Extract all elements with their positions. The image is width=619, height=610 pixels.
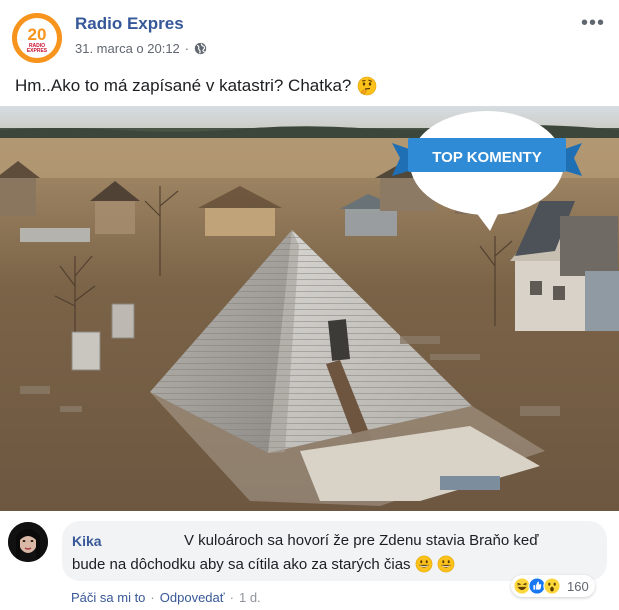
- logo-number: 20: [28, 25, 47, 44]
- post-meta: 31. marca o 20:12 ·: [75, 41, 207, 56]
- radio-expres-logo-icon: 20 RADIO EXPRES: [12, 13, 62, 63]
- badge-text: TOP KOMENTY: [432, 149, 541, 166]
- reply-comment-link[interactable]: Odpovedať: [160, 590, 225, 605]
- grinning-face-icon: [415, 555, 432, 573]
- comment-text-line2-row: bude na dôchodku aby sa cítila ako za st…: [72, 555, 455, 573]
- reaction-summary[interactable]: 160: [511, 575, 595, 597]
- post-text-row: Hm..Ako to má zapísané v katastri? Chatk…: [15, 76, 377, 96]
- post-date[interactable]: 31. marca o 20:12: [75, 41, 180, 56]
- commenter-avatar-icon: [8, 522, 48, 562]
- globe-icon: [194, 42, 207, 55]
- comment-text-line1: V kuloároch sa hovorí že pre Zdenu stavi…: [184, 532, 539, 549]
- avatar[interactable]: [8, 522, 48, 562]
- wow-reaction-icon: [543, 577, 561, 595]
- commenter-name[interactable]: Kika: [72, 533, 102, 549]
- page-name-link[interactable]: Radio Expres: [75, 14, 184, 34]
- comment-text-line2: bude na dôchodku aby sa cítila ako za st…: [72, 555, 411, 573]
- reaction-count: 160: [567, 578, 589, 594]
- post-header: 20 RADIO EXPRES Radio Expres 31. marca o…: [0, 0, 619, 70]
- post-photo[interactable]: TOP KOMENTY: [0, 106, 619, 511]
- pyramid-house-photo: TOP KOMENTY: [0, 106, 619, 511]
- comment-time[interactable]: 1 d.: [239, 590, 261, 605]
- logo-text-expres: EXPRES: [27, 48, 48, 54]
- meta-separator: ·: [184, 41, 190, 56]
- comment-actions: Páči sa mi to · Odpovedať · 1 d.: [71, 590, 261, 605]
- more-options-icon[interactable]: •••: [581, 12, 605, 35]
- action-separator: ·: [150, 590, 155, 605]
- like-comment-link[interactable]: Páči sa mi to: [71, 590, 145, 605]
- page-logo[interactable]: 20 RADIO EXPRES: [12, 13, 62, 63]
- post-message: Hm..Ako to má zapísané v katastri? Chatk…: [15, 76, 352, 95]
- grinning-face-icon: [437, 555, 454, 573]
- thinking-face-icon: [358, 76, 377, 96]
- action-separator: ·: [229, 590, 234, 605]
